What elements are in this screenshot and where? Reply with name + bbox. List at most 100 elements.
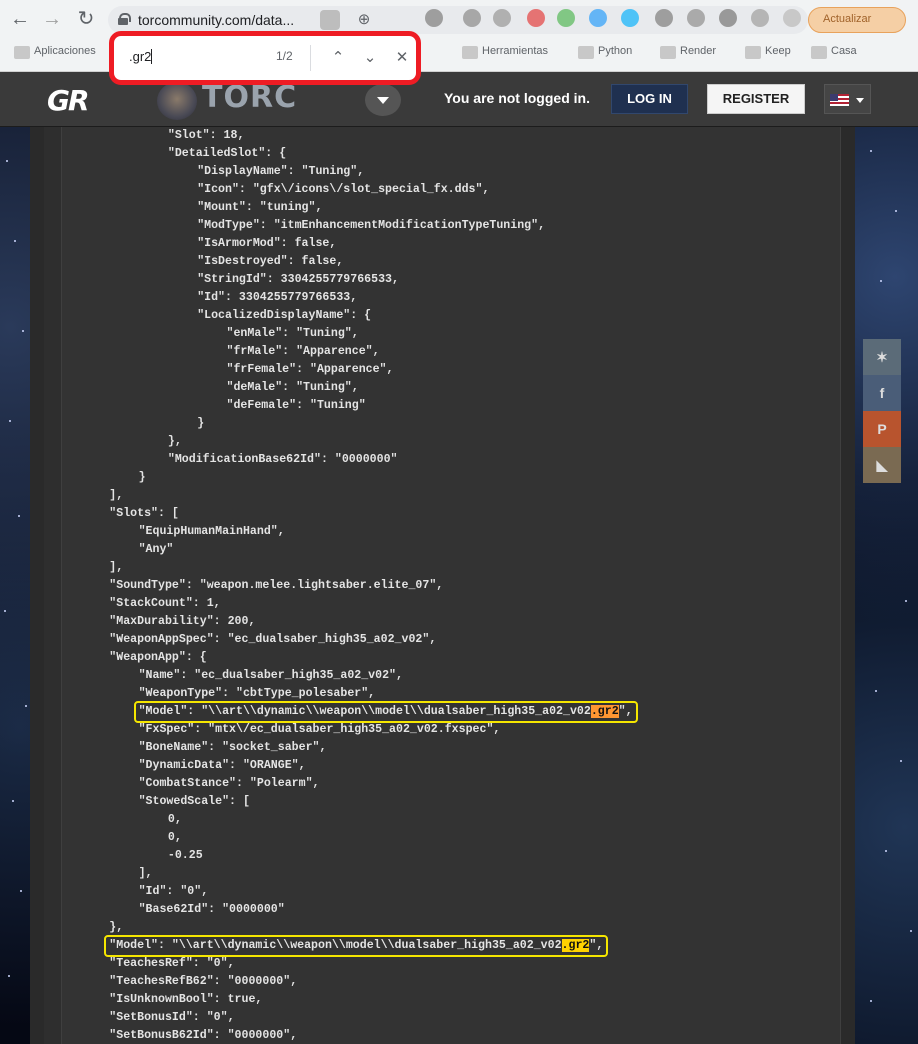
find-in-page-bar: .gr2 1/2 ⌃ ⌄ ✕ (109, 31, 421, 85)
bookmark-apps[interactable]: Aplicaciones (14, 45, 96, 61)
us-flag-icon (830, 94, 849, 106)
code-line: -0.25 (167, 849, 203, 862)
extension-icon[interactable] (557, 9, 575, 27)
bookmark-folder[interactable]: Python (578, 45, 632, 61)
code-line: "frFemale": "Apparence", (226, 363, 394, 376)
code-line: "enMale": "Tuning", (226, 327, 359, 340)
code-line: "StowedScale": [ (138, 795, 250, 808)
code-line: } (138, 471, 146, 484)
code-line: 0, (167, 831, 182, 844)
gr-logo[interactable]: GR (47, 84, 90, 117)
space-background-left (0, 127, 30, 1044)
code-line: "IsUnknownBool": true, (109, 993, 263, 1006)
star-dot (895, 210, 897, 212)
extension-icon[interactable] (527, 9, 545, 27)
extension-icon[interactable] (621, 9, 639, 27)
code-line: "LocalizedDisplayName": { (197, 309, 372, 322)
find-input[interactable]: .gr2 (129, 49, 153, 64)
star-dot (20, 890, 22, 892)
register-button[interactable]: REGISTER (707, 84, 805, 114)
star-dot (4, 610, 6, 612)
code-line: "frMale": "Apparence", (226, 345, 380, 358)
search-engine-icon[interactable] (320, 10, 340, 30)
torc-emblem-icon (157, 82, 197, 120)
star-dot (870, 1000, 872, 1002)
extension-icon[interactable] (719, 9, 737, 27)
star-dot (910, 930, 912, 932)
extension-icon[interactable] (783, 9, 801, 27)
extension-icon[interactable] (425, 9, 443, 27)
find-separator (310, 45, 311, 71)
bookmark-folder[interactable]: Herramientas (462, 45, 548, 61)
extension-icon[interactable] (655, 9, 673, 27)
bookmark-folder[interactable]: Keep (745, 45, 791, 61)
code-line: ], (109, 561, 124, 574)
star-dot (880, 280, 882, 282)
code-line: 0, (167, 813, 182, 826)
language-selector[interactable] (824, 84, 871, 114)
find-match-count: 1/2 (276, 49, 293, 63)
code-line: "TeachesRef": "0", (109, 957, 235, 970)
find-close-button[interactable]: ✕ (390, 46, 414, 70)
rss-share-button[interactable]: ◣ (863, 447, 901, 483)
url-text: torcommunity.com/data... (138, 12, 295, 28)
twitter-share-button[interactable]: ✶ (863, 339, 901, 375)
facebook-share-button[interactable]: f (863, 375, 901, 411)
update-button[interactable]: Actualizar (808, 7, 906, 33)
code-line: "EquipHumanMainHand", (138, 525, 285, 538)
star-dot (875, 690, 877, 692)
extension-icon[interactable] (589, 9, 607, 27)
find-previous-button[interactable]: ⌃ (326, 46, 350, 70)
code-line: "ModificationBase62Id": "0000000" (167, 453, 398, 466)
rss-icon: ◣ (876, 457, 888, 473)
torc-logo[interactable]: TORC (202, 80, 297, 115)
code-line: "SetBonusId": "0", (109, 1011, 235, 1024)
code-line: "ModType": "itmEnhancementModificationTy… (197, 219, 546, 232)
code-line: "StringId": 3304255779766533, (197, 273, 399, 286)
star-dot (6, 160, 8, 162)
extension-icon[interactable] (463, 9, 481, 27)
code-line: "DisplayName": "Tuning", (197, 165, 365, 178)
forward-arrow-icon[interactable]: → (40, 7, 64, 31)
bookmark-folder[interactable]: Render (660, 45, 716, 61)
zoom-icon[interactable]: ⊕ (354, 10, 374, 30)
code-line: "StackCount": 1, (109, 597, 221, 610)
twitter-icon: ✶ (876, 349, 888, 365)
bookmark-folder[interactable]: Casa (811, 45, 857, 61)
match-highlight-box (104, 935, 608, 957)
code-line: "Name": "ec_dualsaber_high35_a02_v02", (138, 669, 403, 682)
code-line: "CombatStance": "Polearm", (138, 777, 320, 790)
code-line: "Slots": [ (109, 507, 179, 520)
code-line: ], (109, 489, 124, 502)
code-line: "Any" (138, 543, 174, 556)
star-dot (18, 515, 20, 517)
find-next-button[interactable]: ⌄ (358, 46, 382, 70)
star-dot (25, 705, 27, 707)
code-line: "deFemale": "Tuning" (226, 399, 366, 412)
star-dot (885, 850, 887, 852)
code-line: "DynamicData": "ORANGE", (138, 759, 306, 772)
code-line: "WeaponApp": { (109, 651, 207, 664)
star-dot (12, 800, 14, 802)
json-code-block: "Slot": 18, "DetailedSlot": {"DisplayName… (80, 127, 840, 1044)
site-menu-dropdown[interactable] (365, 84, 401, 116)
code-line: "Id": 3304255779766533, (197, 291, 358, 304)
code-line: "Icon": "gfx\/icons\/slot_special_fx.dds… (197, 183, 490, 196)
code-line: "Id": "0", (138, 885, 209, 898)
back-arrow-icon[interactable]: ← (8, 7, 32, 31)
code-line: "Base62Id": "0000000" (138, 903, 285, 916)
patreon-share-button[interactable]: P (863, 411, 901, 447)
login-button[interactable]: LOG IN (611, 84, 688, 114)
code-line: "FxSpec": "mtx\/ec_dualsaber_high35_a02_… (138, 723, 501, 736)
star-dot (905, 600, 907, 602)
space-background-right (855, 127, 918, 1044)
code-line: } (197, 417, 205, 430)
reload-icon[interactable]: ↻ (74, 7, 98, 31)
extension-icon[interactable] (751, 9, 769, 27)
caret-down-icon (856, 98, 864, 103)
star-dot (14, 240, 16, 242)
star-dot (9, 420, 11, 422)
extension-icon[interactable] (687, 9, 705, 27)
code-line: "IsDestroyed": false, (197, 255, 344, 268)
extension-icon[interactable] (493, 9, 511, 27)
